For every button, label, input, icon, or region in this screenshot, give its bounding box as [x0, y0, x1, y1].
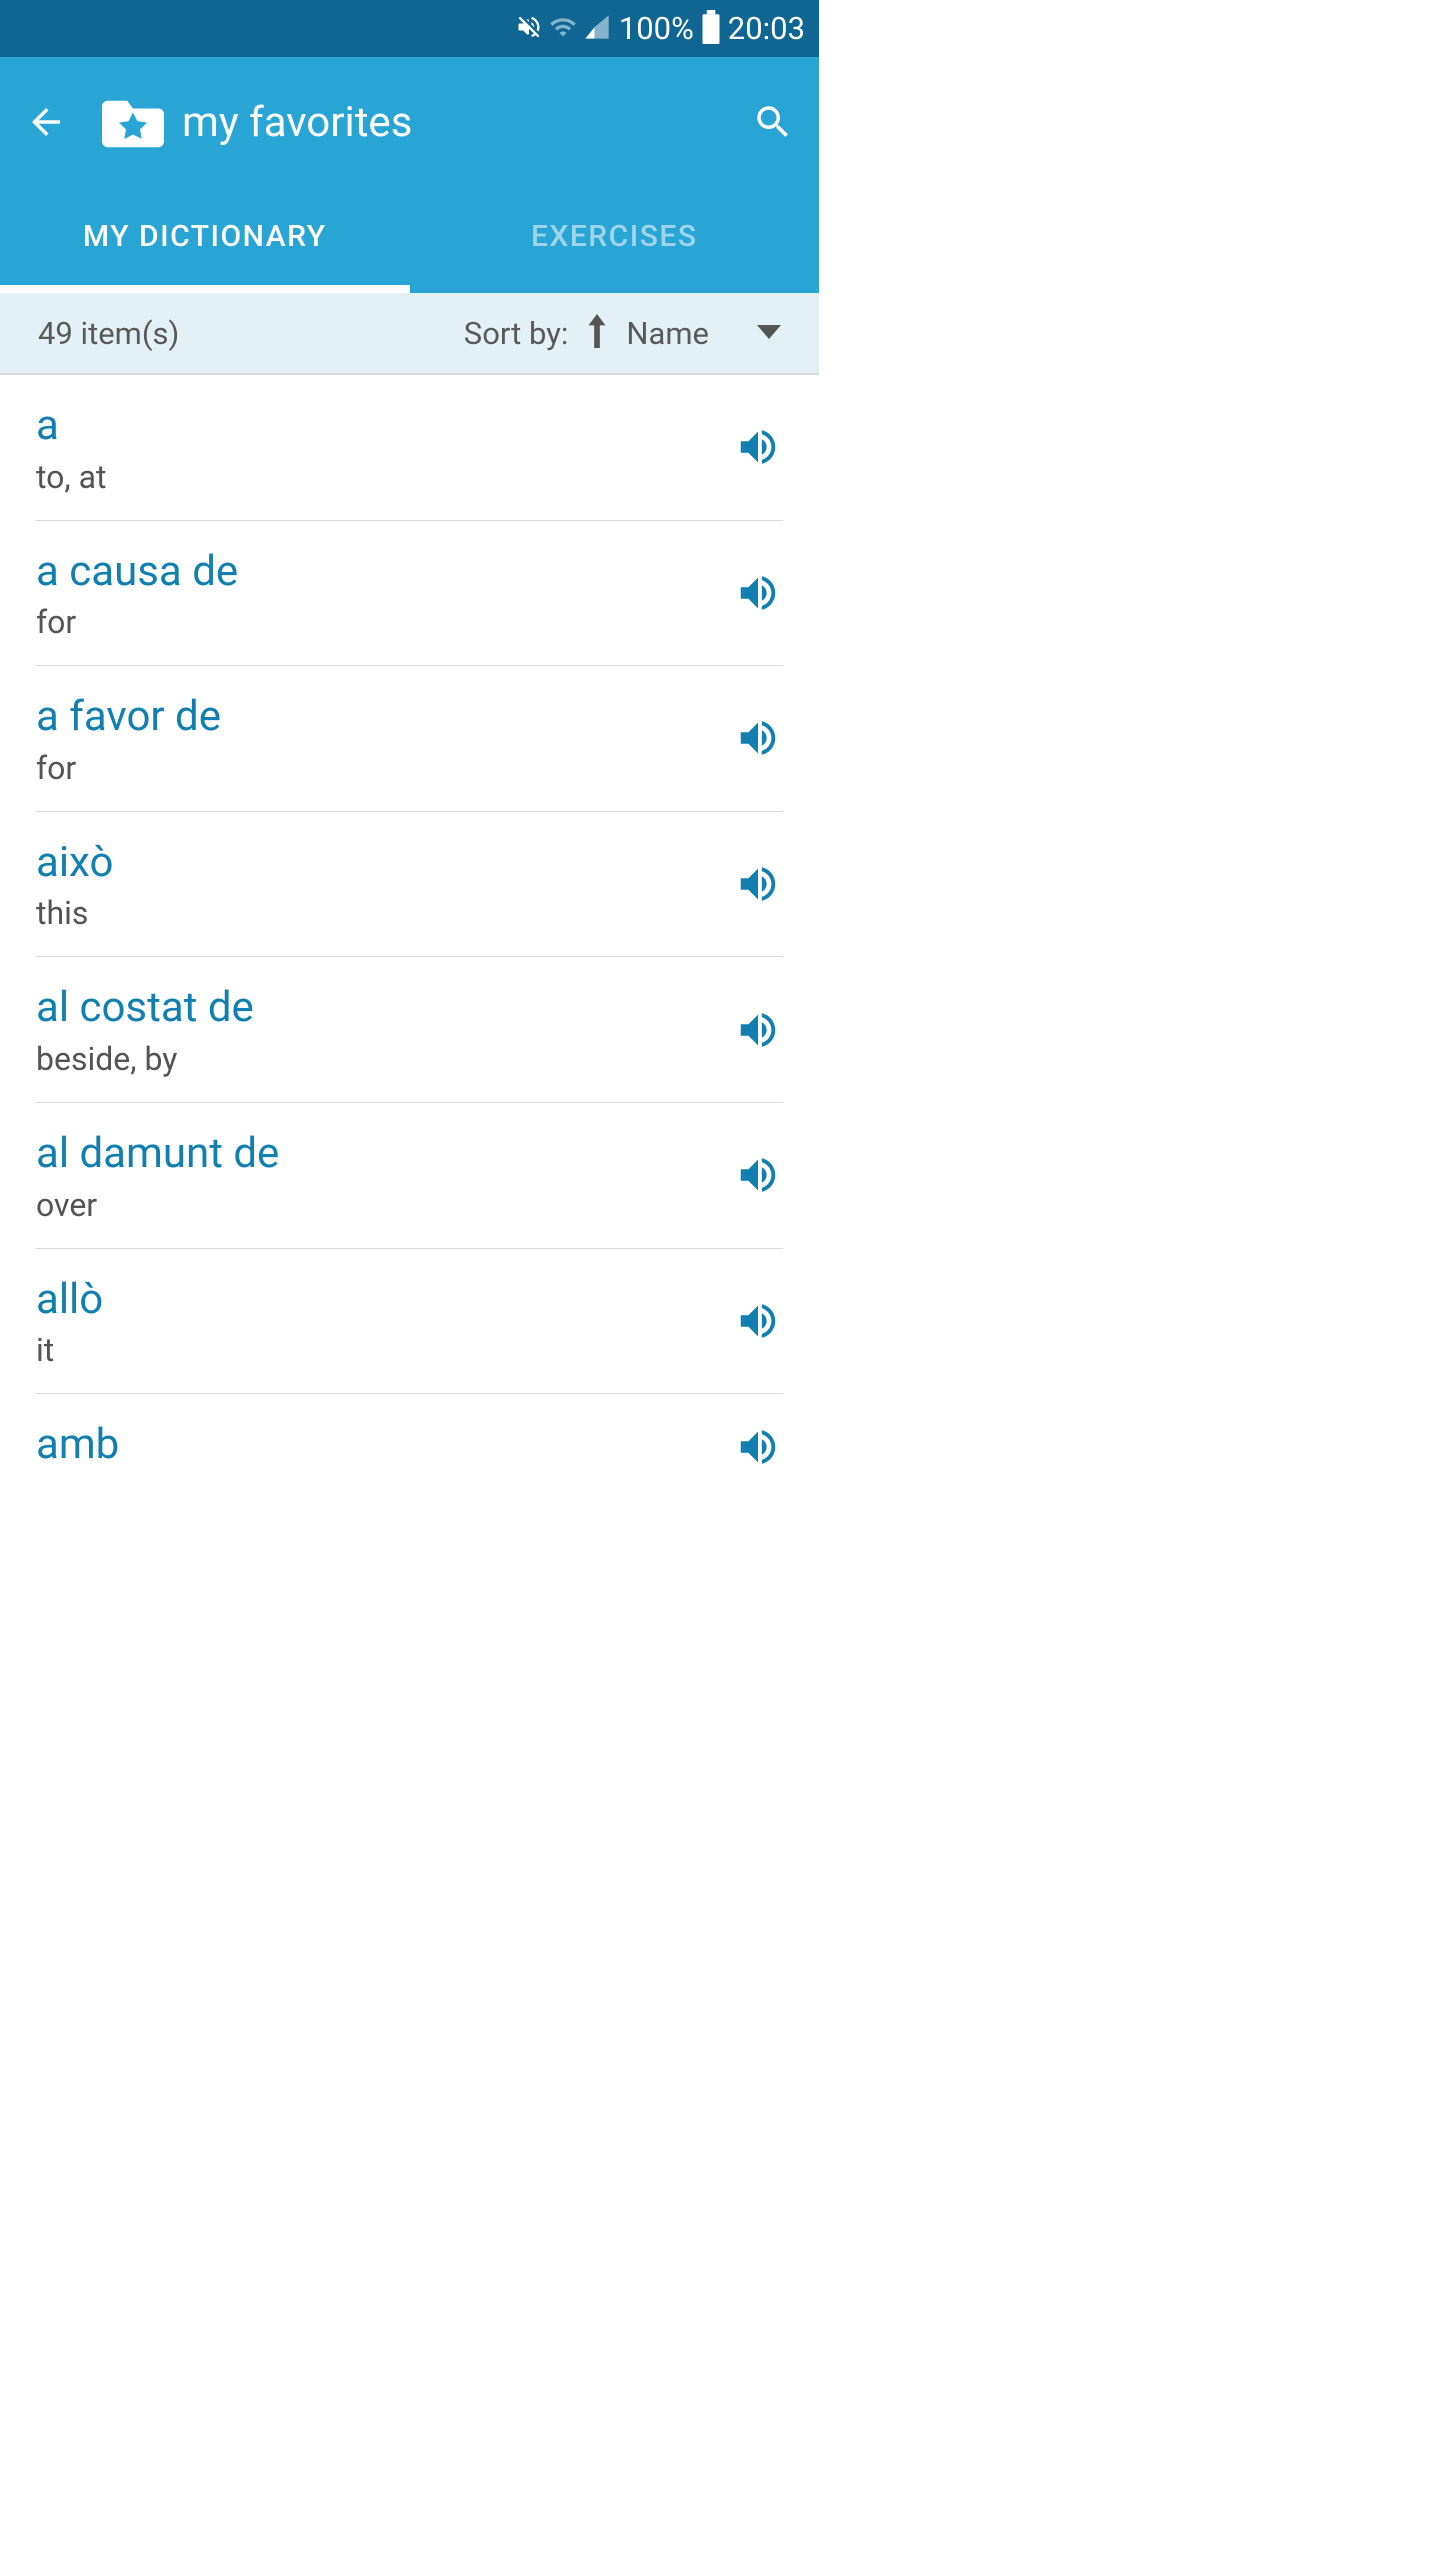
list-item-text: a to, at [36, 399, 733, 496]
tab-exercises[interactable]: EXERCISES [410, 187, 820, 293]
speaker-button[interactable] [733, 1422, 783, 1472]
list-item-text: a causa de for [36, 545, 733, 642]
page-title: my favorites [182, 98, 412, 147]
folder-star-icon [102, 96, 164, 148]
list-item-text: al costat de beside, by [36, 981, 733, 1078]
sort-by-label: Sort by: [464, 315, 569, 352]
word: allò [36, 1273, 733, 1328]
app-header: my favorites MY DICTIONARY EXERCISES [0, 57, 819, 293]
list-item-text: a favor de for [36, 690, 733, 787]
word: al damunt de [36, 1127, 733, 1182]
word: a [36, 399, 733, 454]
list-item[interactable]: al costat de beside, by [36, 957, 783, 1103]
battery-percent: 100% [619, 10, 694, 47]
sort-field: Name [626, 315, 709, 352]
translation: it [36, 1331, 733, 1369]
translation: for [36, 749, 733, 787]
header-top: my favorites [0, 57, 819, 187]
list-item[interactable]: a causa de for [36, 521, 783, 667]
wifi-icon [549, 13, 577, 45]
word: al costat de [36, 981, 733, 1036]
list-item[interactable]: al damunt de over [36, 1103, 783, 1249]
translation: over [36, 1186, 733, 1224]
list-item-text: amb [36, 1418, 733, 1477]
translation: beside, by [36, 1040, 733, 1078]
word: això [36, 836, 733, 891]
item-count: 49 item(s) [38, 315, 179, 352]
speaker-button[interactable] [733, 713, 783, 763]
word: amb [36, 1418, 733, 1473]
list-item-text: allò it [36, 1273, 733, 1370]
tabs: MY DICTIONARY EXERCISES [0, 187, 819, 293]
speaker-button[interactable] [733, 1296, 783, 1346]
translation: for [36, 603, 733, 641]
mute-icon [515, 13, 543, 45]
sort-ascending-icon [588, 314, 606, 352]
list-item[interactable]: amb [36, 1394, 783, 1501]
status-bar: 100% 20:03 [0, 0, 819, 57]
translation: to, at [36, 458, 733, 496]
list-item[interactable]: a favor de for [36, 666, 783, 812]
status-icons [515, 13, 611, 45]
back-button[interactable] [22, 98, 70, 146]
chevron-down-icon [757, 324, 781, 343]
list-item[interactable]: allò it [36, 1249, 783, 1395]
speaker-button[interactable] [733, 1005, 783, 1055]
battery-icon [702, 10, 720, 48]
tab-my-dictionary[interactable]: MY DICTIONARY [0, 187, 410, 293]
sort-bar: 49 item(s) Sort by: Name [0, 293, 819, 375]
speaker-button[interactable] [733, 568, 783, 618]
speaker-button[interactable] [733, 422, 783, 472]
list-item[interactable]: això this [36, 812, 783, 958]
word: a favor de [36, 690, 733, 745]
translation: this [36, 894, 733, 932]
speaker-button[interactable] [733, 1150, 783, 1200]
list-item-text: al damunt de over [36, 1127, 733, 1224]
list-item-text: això this [36, 836, 733, 933]
list-item[interactable]: a to, at [36, 375, 783, 521]
clock: 20:03 [728, 10, 805, 47]
signal-icon [583, 13, 611, 45]
sort-control[interactable]: Sort by: Name [464, 314, 781, 352]
word-list: a to, at a causa de for a favor de for a… [0, 375, 819, 1501]
search-button[interactable] [749, 98, 797, 146]
word: a causa de [36, 545, 733, 600]
speaker-button[interactable] [733, 859, 783, 909]
